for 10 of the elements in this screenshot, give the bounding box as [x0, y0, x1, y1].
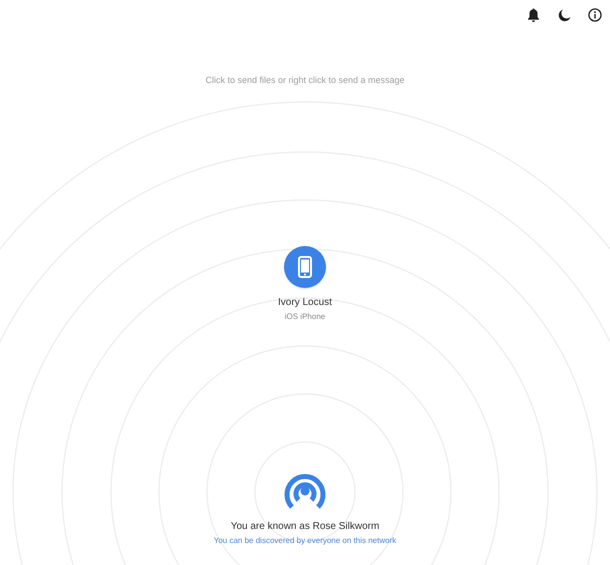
phone-icon [298, 256, 312, 278]
bell-icon [526, 8, 540, 22]
hint-text: Click to send files or right click to send a message [204, 74, 406, 87]
peer-device-text: iOS iPhone [284, 310, 326, 322]
moon-icon [558, 8, 570, 22]
peer-name-text: Ivory Locust [278, 296, 332, 310]
peer-button[interactable] [284, 246, 326, 288]
device-name-text: You are known as Rose Silkworm [230, 520, 380, 534]
discovery-text: You can be discovered by everyone on this network [214, 535, 396, 547]
info-icon [588, 8, 602, 22]
